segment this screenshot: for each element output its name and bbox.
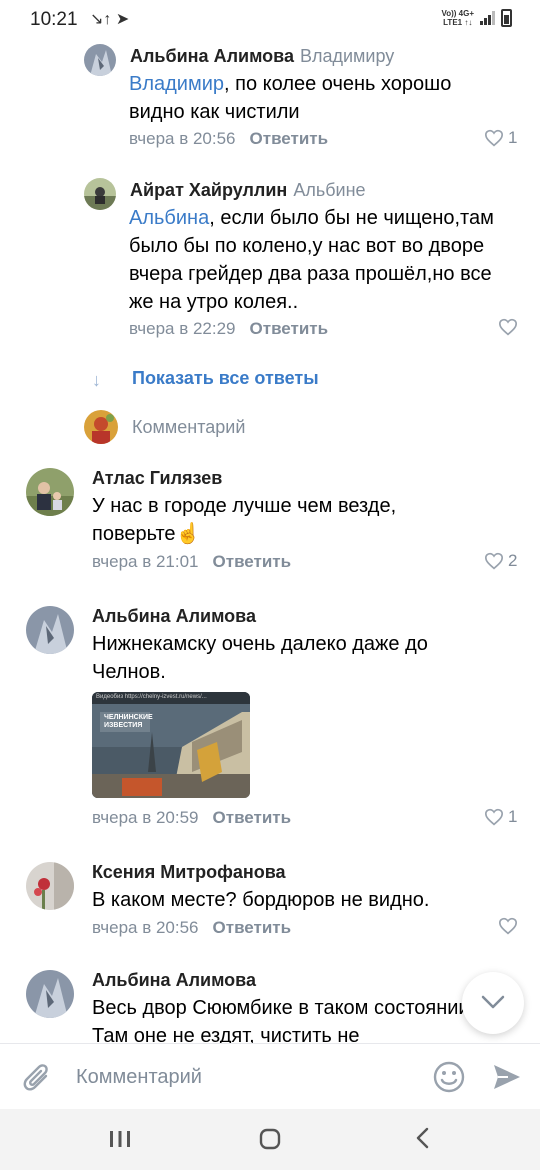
avatar[interactable]: [26, 970, 74, 1018]
like-button[interactable]: 2: [484, 551, 517, 571]
comment-item: Альбина Алимова Нижнекамску очень далеко…: [0, 596, 540, 836]
comment-text: В каком месте? бордюров не видно.: [92, 886, 512, 914]
comment-author[interactable]: Атлас Гилязев: [92, 468, 222, 489]
comment-body: Нижнекамску очень далеко даже до Челнов.: [92, 633, 428, 683]
show-all-replies-label: Показать все ответы: [132, 368, 319, 388]
back-icon[interactable]: [414, 1127, 430, 1149]
comment-meta: вчера в 22:29 Ответить: [129, 319, 328, 339]
comment-body: Весь двор Сююмбике в таком состоянии. Та…: [92, 997, 476, 1043]
mention-link[interactable]: Альбина: [129, 207, 209, 229]
avatar[interactable]: [26, 468, 74, 516]
reply-button[interactable]: Ответить: [213, 552, 292, 571]
signal-icon: [480, 11, 495, 25]
attached-image[interactable]: Видеобиз https://chelny-izvest.ru/news/.…: [92, 692, 250, 798]
heart-icon: [484, 808, 504, 826]
comment-time: вчера в 20:56: [92, 918, 199, 937]
status-time: 10:21: [30, 9, 78, 30]
reply-button[interactable]: Ответить: [213, 808, 292, 827]
reply-button[interactable]: Ответить: [250, 319, 329, 338]
show-all-replies-button[interactable]: ↓ Показать все ответы: [92, 368, 319, 390]
comment-body: В каком месте? бордюров не видно.: [92, 889, 430, 911]
comment-item: Альбина Алимова Весь двор Сююмбике в так…: [0, 960, 540, 1043]
network-indicator: Vo)) 4G+ LTE1 ↑↓: [441, 9, 474, 27]
like-count: 1: [508, 128, 518, 147]
my-avatar: [84, 410, 118, 444]
reply-item: Альбина Алимова Владимиру Владимир, по ко…: [0, 40, 540, 160]
comment-text: Весь двор Сююмбике в таком состоянии. Та…: [92, 994, 512, 1043]
send-icon[interactable]: [492, 1063, 522, 1091]
comment-meta: вчера в 21:01 Ответить: [92, 552, 291, 572]
image-top-caption: Видеобиз https://chelny-izvest.ru/news/.…: [92, 692, 250, 704]
scroll-down-button[interactable]: [462, 972, 524, 1034]
comment-author[interactable]: Альбина Алимова: [92, 606, 256, 627]
comment-compose-bar: Комментарий: [0, 1043, 540, 1109]
heart-icon: [498, 318, 518, 336]
author-name[interactable]: Айрат Хайруллин: [130, 180, 287, 200]
comment-body: У нас в городе лучше чем везде, поверьте: [92, 495, 397, 545]
chevron-down-icon: [481, 995, 505, 1009]
recents-icon[interactable]: [108, 1129, 132, 1149]
like-button[interactable]: [498, 917, 522, 935]
reply-button[interactable]: Ответить: [250, 129, 329, 148]
arrow-down-icon: ↓: [92, 370, 101, 390]
author-name[interactable]: Атлас Гилязев: [92, 468, 222, 488]
network-top-label: Vo)) 4G+: [441, 9, 474, 18]
comments-feed[interactable]: Альбина Алимова Владимиру Владимир, по ко…: [0, 40, 540, 1043]
heart-icon: [484, 129, 504, 147]
like-button[interactable]: [498, 318, 522, 336]
finger-up-emoji: ☝️: [175, 523, 201, 545]
heart-icon: [484, 552, 504, 570]
comment-author[interactable]: Ксения Митрофанова: [92, 862, 286, 883]
paperclip-icon[interactable]: [22, 1062, 52, 1094]
notification-icons: ↘↑ ➤: [90, 11, 130, 28]
comment-time: вчера в 21:01: [92, 552, 199, 571]
system-navigation-bar: [0, 1109, 540, 1170]
comment-text: У нас в городе лучше чем везде, поверьте…: [92, 492, 472, 548]
status-bar: 10:21 ↘↑ ➤ Vo)) 4G+ LTE1 ↑↓: [0, 0, 540, 40]
reply-to: Владимиру: [299, 46, 395, 66]
avatar[interactable]: [26, 606, 74, 654]
author-name[interactable]: Альбина Алимова: [130, 46, 294, 66]
home-icon[interactable]: [259, 1128, 281, 1150]
comment-author[interactable]: Альбина Алимова Владимиру: [130, 46, 394, 67]
image-logo-text: ЧЕЛНИНСКИЕ ИЗВЕСТИЯ: [100, 712, 153, 732]
comment-text: Владимир, по колее очень хорошо видно ка…: [129, 70, 499, 126]
comment-author[interactable]: Альбина Алимова: [92, 970, 256, 991]
comment-text: Нижнекамску очень далеко даже до Челнов.: [92, 630, 492, 686]
author-name[interactable]: Ксения Митрофанова: [92, 862, 286, 882]
emoji-icon[interactable]: [432, 1060, 466, 1094]
comment-time: вчера в 22:29: [129, 319, 236, 338]
status-right: Vo)) 4G+ LTE1 ↑↓: [441, 9, 512, 27]
reply-to: Альбине: [293, 180, 366, 200]
comment-item: Атлас Гилязев У нас в городе лучше чем в…: [0, 458, 540, 578]
comment-meta: вчера в 20:56 Ответить: [129, 129, 328, 149]
heart-icon: [498, 917, 518, 935]
like-count: 2: [508, 551, 518, 570]
avatar[interactable]: [84, 44, 116, 76]
like-button[interactable]: 1: [484, 128, 517, 148]
reply-button[interactable]: Ответить: [213, 918, 292, 937]
mention-link[interactable]: Владимир: [129, 73, 224, 95]
comment-text: Альбина, если было бы не чищено,там было…: [129, 204, 514, 316]
reply-item: Айрат Хайруллин Альбине Альбина, если был…: [0, 174, 540, 344]
like-count: 1: [508, 807, 518, 826]
write-reply-placeholder: Комментарий: [132, 417, 246, 437]
comment-meta: вчера в 20:56 Ответить: [92, 918, 291, 938]
comment-input[interactable]: Комментарий: [76, 1066, 202, 1089]
battery-icon: [501, 9, 512, 27]
comment-author[interactable]: Айрат Хайруллин Альбине: [130, 180, 366, 201]
comment-meta: вчера в 20:59 Ответить: [92, 808, 291, 828]
avatar[interactable]: [84, 178, 116, 210]
avatar[interactable]: [26, 862, 74, 910]
like-button[interactable]: 1: [484, 807, 517, 827]
comment-time: вчера в 20:56: [129, 129, 236, 148]
comment-item: Ксения Митрофанова В каком месте? бордюр…: [0, 852, 540, 962]
author-name[interactable]: Альбина Алимова: [92, 970, 256, 990]
comment-time: вчера в 20:59: [92, 808, 199, 827]
network-bottom-label: LTE1 ↑↓: [443, 18, 473, 27]
author-name[interactable]: Альбина Алимова: [92, 606, 256, 626]
